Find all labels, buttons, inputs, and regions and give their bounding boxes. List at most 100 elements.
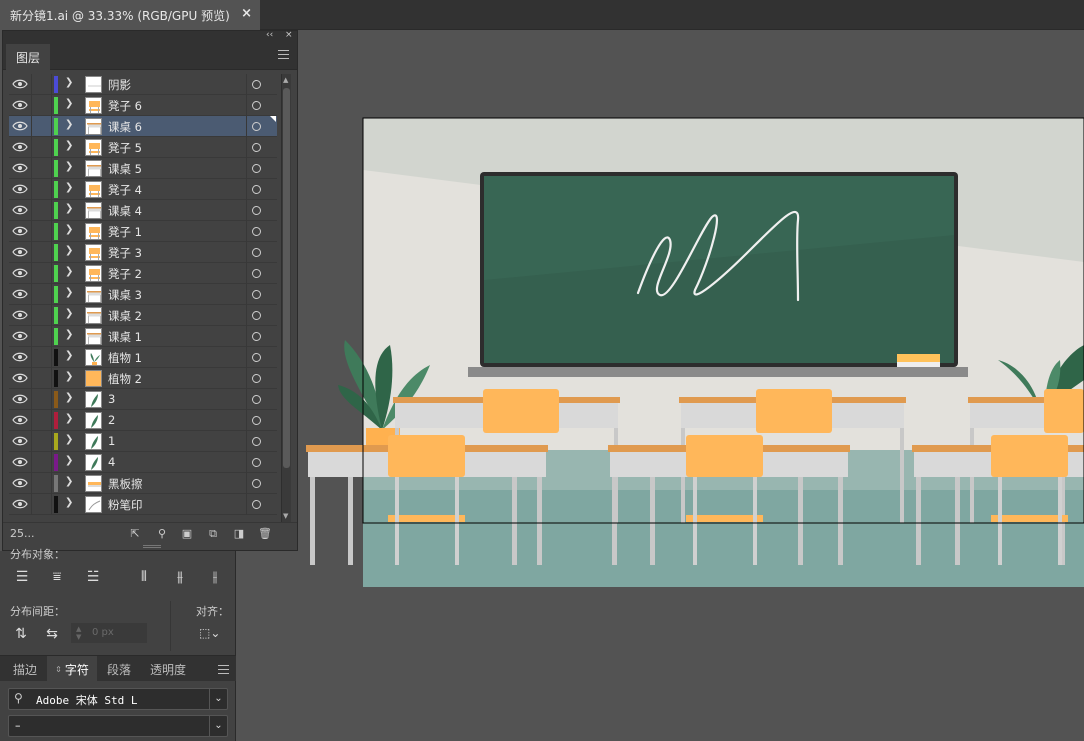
layer-row[interactable]: ❯ 4: [9, 452, 277, 473]
layer-name[interactable]: 课桌 5: [108, 161, 142, 177]
chevron-right-icon[interactable]: ❯: [65, 245, 73, 256]
layer-name[interactable]: 阴影: [108, 77, 131, 93]
target-circle-icon[interactable]: [252, 185, 261, 194]
chevron-right-icon[interactable]: ❯: [65, 203, 73, 214]
visibility-eye-icon[interactable]: [12, 183, 28, 195]
layer-row[interactable]: ❯ 凳子 6: [9, 95, 277, 116]
distribute-bottom-icon[interactable]: ☱: [83, 568, 103, 586]
distribute-top-icon[interactable]: ☰: [12, 568, 32, 586]
visibility-eye-icon[interactable]: [12, 435, 28, 447]
chevron-right-icon[interactable]: ❯: [65, 476, 73, 487]
layer-name[interactable]: 课桌 1: [108, 329, 142, 345]
export-icon[interactable]: ⇱: [128, 527, 142, 540]
target-circle-icon[interactable]: [252, 206, 261, 215]
layer-row[interactable]: ❯ 课桌 4: [9, 200, 277, 221]
visibility-eye-icon[interactable]: [12, 309, 28, 321]
target-circle-icon[interactable]: [252, 248, 261, 257]
chevron-right-icon[interactable]: ❯: [65, 413, 73, 424]
chevron-down-icon[interactable]: ⌄: [209, 716, 227, 736]
layer-name[interactable]: 粉笔印: [108, 497, 143, 513]
layer-row[interactable]: ❯ 凳子 3: [9, 242, 277, 263]
target-circle-icon[interactable]: [252, 122, 261, 131]
lock-toggle[interactable]: [51, 452, 52, 473]
panel-title-strip[interactable]: ‹‹ ×: [3, 30, 297, 43]
font-family-select[interactable]: ⚲ Adobe 宋体 Std L ⌄: [8, 688, 228, 710]
layer-name[interactable]: 凳子 5: [108, 140, 142, 156]
visibility-eye-icon[interactable]: [12, 204, 28, 216]
layer-name[interactable]: 凳子 6: [108, 98, 142, 114]
layer-name[interactable]: 课桌 2: [108, 308, 142, 324]
layer-row[interactable]: ❯ 1: [9, 431, 277, 452]
lock-toggle[interactable]: [51, 389, 52, 410]
collapse-icon[interactable]: ‹‹: [266, 30, 273, 40]
layer-row[interactable]: ❯ 凳子 1: [9, 221, 277, 242]
visibility-eye-icon[interactable]: [12, 498, 28, 510]
layer-list-scrollbar[interactable]: ▲ ▼: [281, 74, 291, 522]
layer-name[interactable]: 黑板擦: [108, 476, 143, 492]
chevron-right-icon[interactable]: ❯: [65, 224, 73, 235]
layer-row[interactable]: ❯ 植物 1: [9, 347, 277, 368]
clipping-mask-icon[interactable]: ▣: [180, 527, 194, 540]
target-circle-icon[interactable]: [252, 80, 261, 89]
lock-toggle[interactable]: [51, 326, 52, 347]
layer-row[interactable]: ❯ 凳子 2: [9, 263, 277, 284]
layer-name[interactable]: 1: [108, 434, 115, 448]
scrollbar-thumb[interactable]: [283, 88, 290, 468]
layer-name[interactable]: 课桌 6: [108, 119, 142, 135]
new-layer-icon[interactable]: ◨: [232, 527, 246, 540]
layer-name[interactable]: 3: [108, 392, 115, 406]
lock-toggle[interactable]: [51, 368, 52, 389]
lock-toggle[interactable]: [51, 116, 52, 137]
panel-menu-icon[interactable]: [278, 50, 289, 62]
chevron-right-icon[interactable]: ❯: [65, 98, 73, 109]
lock-toggle[interactable]: [51, 494, 52, 515]
lock-toggle[interactable]: [51, 95, 52, 116]
lock-toggle[interactable]: [51, 179, 52, 200]
trash-icon[interactable]: 🗑: [258, 527, 272, 540]
locate-object-icon[interactable]: ⚲: [155, 527, 169, 540]
visibility-eye-icon[interactable]: [12, 456, 28, 468]
layer-row[interactable]: ❯ 课桌 3: [9, 284, 277, 305]
lock-toggle[interactable]: [51, 137, 52, 158]
layer-row[interactable]: ❯ 粉笔印: [9, 494, 277, 515]
align-to-selection-icon[interactable]: ⬚⌄: [199, 626, 220, 640]
chevron-right-icon[interactable]: ❯: [65, 266, 73, 277]
close-icon[interactable]: ×: [241, 6, 252, 21]
layer-name[interactable]: 凳子 3: [108, 245, 142, 261]
layer-name[interactable]: 4: [108, 455, 115, 469]
visibility-eye-icon[interactable]: [12, 393, 28, 405]
lock-toggle[interactable]: [51, 242, 52, 263]
chevron-down-icon[interactable]: ⌄: [209, 689, 227, 709]
search-icon[interactable]: ⚲: [14, 691, 23, 705]
layer-name[interactable]: 植物 1: [108, 350, 142, 366]
target-circle-icon[interactable]: [252, 101, 261, 110]
layer-row[interactable]: ❯ 3: [9, 389, 277, 410]
chevron-right-icon[interactable]: ❯: [65, 287, 73, 298]
layer-row[interactable]: ❯ 黑板擦: [9, 473, 277, 494]
close-icon[interactable]: ×: [285, 30, 293, 40]
layer-row[interactable]: ❯ 课桌 6: [9, 116, 277, 137]
chevron-right-icon[interactable]: ❯: [65, 392, 73, 403]
lock-toggle[interactable]: [51, 284, 52, 305]
target-circle-icon[interactable]: [252, 374, 261, 383]
lock-toggle[interactable]: [51, 74, 52, 95]
target-circle-icon[interactable]: [252, 290, 261, 299]
visibility-eye-icon[interactable]: [12, 330, 28, 342]
target-circle-icon[interactable]: [252, 500, 261, 509]
spacing-stepper[interactable]: ▲ ▼ 0 px: [71, 623, 147, 643]
distribute-left-icon[interactable]: ⫴: [134, 568, 154, 586]
chevron-right-icon[interactable]: ❯: [65, 371, 73, 382]
chevron-right-icon[interactable]: ❯: [65, 455, 73, 466]
visibility-eye-icon[interactable]: [12, 120, 28, 132]
target-circle-icon[interactable]: [252, 332, 261, 341]
visibility-eye-icon[interactable]: [12, 414, 28, 426]
target-circle-icon[interactable]: [252, 416, 261, 425]
visibility-eye-icon[interactable]: [12, 267, 28, 279]
layer-row[interactable]: ❯ 凳子 5: [9, 137, 277, 158]
visibility-eye-icon[interactable]: [12, 141, 28, 153]
visibility-eye-icon[interactable]: [12, 225, 28, 237]
chevron-right-icon[interactable]: ❯: [65, 434, 73, 445]
visibility-eye-icon[interactable]: [12, 477, 28, 489]
document-tab[interactable]: 新分镜1.ai @ 33.33% (RGB/GPU 预览) ×: [0, 0, 260, 30]
target-circle-icon[interactable]: [252, 311, 261, 320]
